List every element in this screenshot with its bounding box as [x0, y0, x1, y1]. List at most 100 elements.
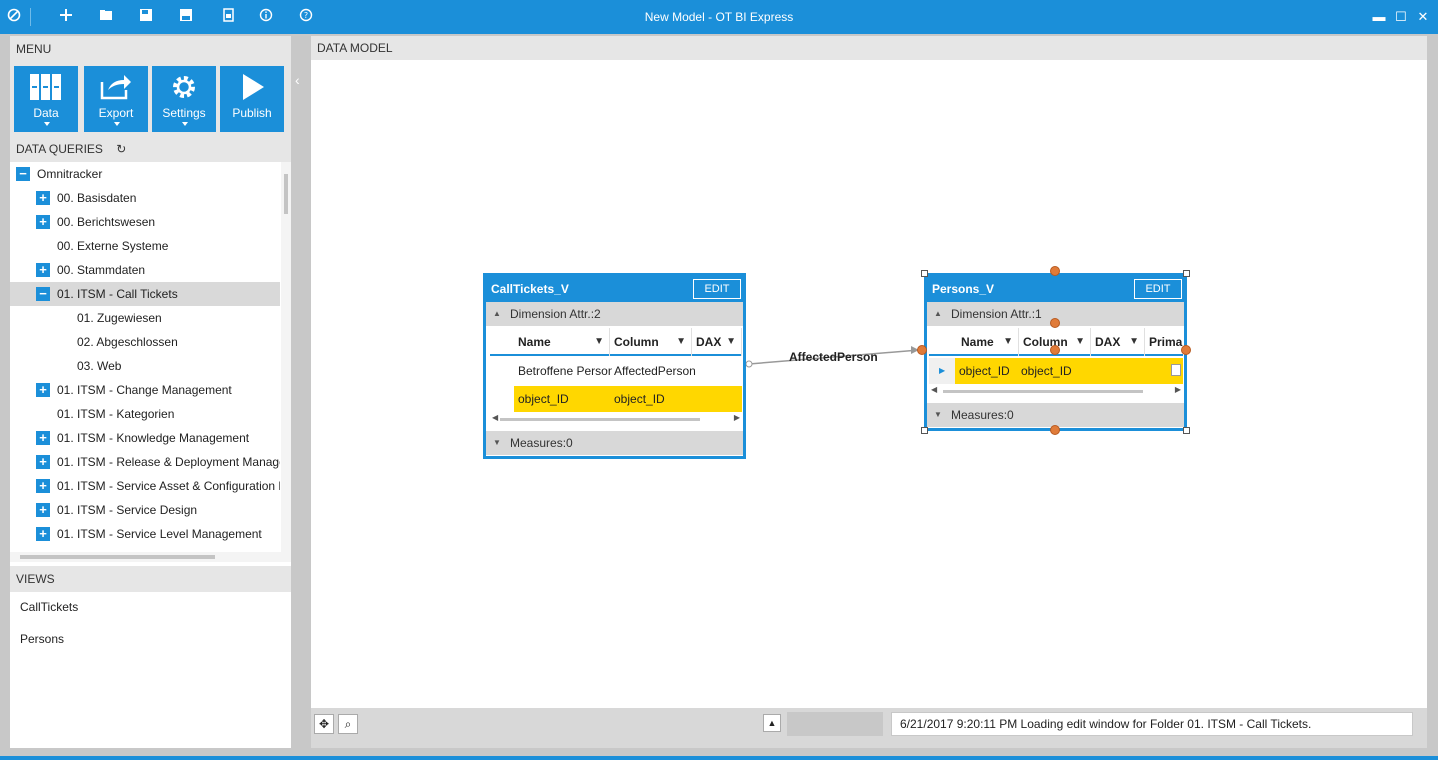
filter-icon[interactable]: ▼ — [726, 328, 736, 356]
view-item-calltickets[interactable]: CallTickets — [20, 600, 78, 614]
panel-splitter[interactable]: ‹ — [291, 36, 311, 748]
tree-item[interactable]: + 01. ITSM - Release & Deployment Manage — [10, 450, 280, 474]
tree-item[interactable]: + 01. ITSM - Service Level Management — [10, 522, 280, 546]
expand-icon[interactable]: + — [36, 455, 50, 469]
measures-section[interactable]: ▼ Measures:0 — [927, 403, 1184, 427]
menu-header: MENU — [10, 36, 291, 62]
data-model-canvas[interactable]: AffectedPerson CallTickets_V EDIT ▲ Dime… — [311, 60, 1427, 708]
column-header-primary[interactable]: Primar — [1145, 328, 1183, 356]
chevron-up-icon[interactable]: ▲ — [763, 714, 781, 732]
relation-label[interactable]: AffectedPerson — [789, 350, 878, 364]
grid-horizontal-scrollbar[interactable]: ◀ ▶ — [929, 385, 1183, 396]
expand-icon[interactable]: + — [36, 191, 50, 205]
data-button[interactable]: Data — [14, 66, 78, 132]
column-header-name[interactable]: Name ▼ — [957, 328, 1019, 356]
scroll-left-icon[interactable]: ◀ — [931, 385, 937, 394]
column-header-name[interactable]: Name ▼ — [514, 328, 610, 356]
collapse-icon[interactable]: − — [16, 167, 30, 181]
scroll-right-icon[interactable]: ▶ — [1175, 385, 1181, 394]
tree-horizontal-scrollbar[interactable] — [10, 552, 291, 562]
tree-item[interactable]: 01. Zugewiesen — [10, 306, 280, 330]
dimension-section[interactable]: ▲ Dimension Attr.:2 — [486, 302, 743, 326]
tree-vertical-scrollbar[interactable] — [281, 162, 291, 552]
tree-item[interactable]: − Omnitracker — [10, 162, 280, 186]
filter-icon[interactable]: ▼ — [1075, 328, 1085, 356]
expand-icon[interactable]: + — [36, 383, 50, 397]
expand-icon[interactable]: + — [36, 503, 50, 517]
settings-button[interactable]: Settings — [152, 66, 216, 132]
tree-item[interactable]: + 01. ITSM - Change Management — [10, 378, 280, 402]
table-title-text: CallTickets_V — [491, 282, 569, 296]
tree-item[interactable]: + 00. Berichtswesen — [10, 210, 280, 234]
connector-point[interactable] — [1050, 425, 1060, 435]
expand-icon[interactable]: + — [36, 479, 50, 493]
scroll-left-icon[interactable]: ◀ — [492, 413, 498, 422]
data-queries-tree: − Omnitracker + 00. Basisdaten + 00. Ber… — [10, 162, 291, 562]
filter-icon[interactable]: ▼ — [1129, 328, 1139, 356]
tree-item[interactable]: + 01. ITSM - Knowledge Management — [10, 426, 280, 450]
scrollbar-thumb[interactable] — [500, 418, 700, 421]
row-indicator[interactable]: ▶ — [929, 358, 955, 384]
resize-handle[interactable] — [921, 270, 928, 277]
connector-point[interactable] — [917, 345, 927, 355]
tree-item[interactable]: 01. ITSM - Kategorien — [10, 402, 280, 426]
table-row-highlighted[interactable]: object_ID object_ID — [955, 358, 1183, 384]
minimize-button[interactable]: ▬ — [1370, 8, 1388, 26]
tree-item[interactable]: 02. Abgeschlossen — [10, 330, 280, 354]
left-panel: MENU Data Export Settings Publish DATA Q… — [10, 36, 291, 748]
move-icon[interactable]: ✥ — [314, 714, 334, 734]
tree-item[interactable]: + 00. Basisdaten — [10, 186, 280, 210]
collapse-arrow-icon: ▲ — [493, 309, 501, 318]
table-calltickets[interactable]: CallTickets_V EDIT ▲ Dimension Attr.:2 N… — [483, 273, 746, 459]
connector-point[interactable] — [1050, 266, 1060, 276]
chevron-down-icon — [44, 122, 50, 126]
tree-item-selected[interactable]: − 01. ITSM - Call Tickets — [10, 282, 280, 306]
scrollbar-thumb[interactable] — [284, 174, 288, 214]
resize-handle[interactable] — [1183, 427, 1190, 434]
primary-checkbox[interactable] — [1171, 364, 1181, 376]
column-header-dax[interactable]: DAX ▼ — [692, 328, 742, 356]
cell-column: object_ID — [614, 392, 665, 406]
table-row[interactable]: Betroffene Person AffectedPerson — [490, 358, 742, 384]
tree-item[interactable]: + 00. Stammdaten — [10, 258, 280, 282]
resize-handle[interactable] — [921, 427, 928, 434]
canvas-vertical-scrollbar[interactable] — [1417, 60, 1427, 708]
expand-icon[interactable]: + — [36, 527, 50, 541]
tree-item[interactable]: + 01. ITSM - Service Design — [10, 498, 280, 522]
column-header-column[interactable]: Column ▼ — [610, 328, 692, 356]
column-header-dax[interactable]: DAX ▼ — [1091, 328, 1145, 356]
expand-icon[interactable]: + — [36, 263, 50, 277]
zoom-icon[interactable]: ⌕ — [338, 714, 358, 734]
filter-icon[interactable]: ▼ — [1003, 328, 1013, 356]
table-row-highlighted[interactable]: object_ID object_ID — [514, 386, 742, 412]
chevron-left-icon[interactable]: ‹ — [295, 72, 300, 88]
tree-item[interactable]: 03. Web — [10, 354, 280, 378]
expand-icon[interactable]: + — [36, 431, 50, 445]
tree-item-label: 01. ITSM - Kategorien — [57, 407, 175, 421]
expand-icon[interactable]: + — [36, 215, 50, 229]
resize-handle[interactable] — [1183, 270, 1190, 277]
connector-point[interactable] — [1050, 345, 1060, 355]
measures-section[interactable]: ▼ Measures:0 — [486, 431, 743, 455]
connector-point[interactable] — [1050, 318, 1060, 328]
relation-connector[interactable] — [311, 60, 1417, 708]
column-header-label: Column — [1023, 335, 1068, 349]
scroll-right-icon[interactable]: ▶ — [734, 413, 740, 422]
scrollbar-thumb[interactable] — [943, 390, 1143, 393]
scrollbar-thumb[interactable] — [20, 555, 215, 559]
tree-item[interactable]: 00. Externe Systeme — [10, 234, 280, 258]
maximize-button[interactable]: ☐ — [1392, 8, 1410, 26]
connector-point[interactable] — [1181, 345, 1191, 355]
view-item-persons[interactable]: Persons — [20, 632, 64, 646]
tree-item[interactable]: + 01. ITSM - Service Asset & Configurati… — [10, 474, 280, 498]
close-button[interactable]: ✕ — [1414, 8, 1432, 26]
refresh-icon[interactable]: ↻ — [116, 142, 126, 156]
edit-button[interactable]: EDIT — [1134, 279, 1182, 299]
filter-icon[interactable]: ▼ — [676, 328, 686, 356]
grid-horizontal-scrollbar[interactable]: ◀ ▶ — [490, 413, 742, 424]
collapse-icon[interactable]: − — [36, 287, 50, 301]
export-button[interactable]: Export — [84, 66, 148, 132]
publish-button[interactable]: Publish — [220, 66, 284, 132]
filter-icon[interactable]: ▼ — [594, 328, 604, 356]
edit-button[interactable]: EDIT — [693, 279, 741, 299]
